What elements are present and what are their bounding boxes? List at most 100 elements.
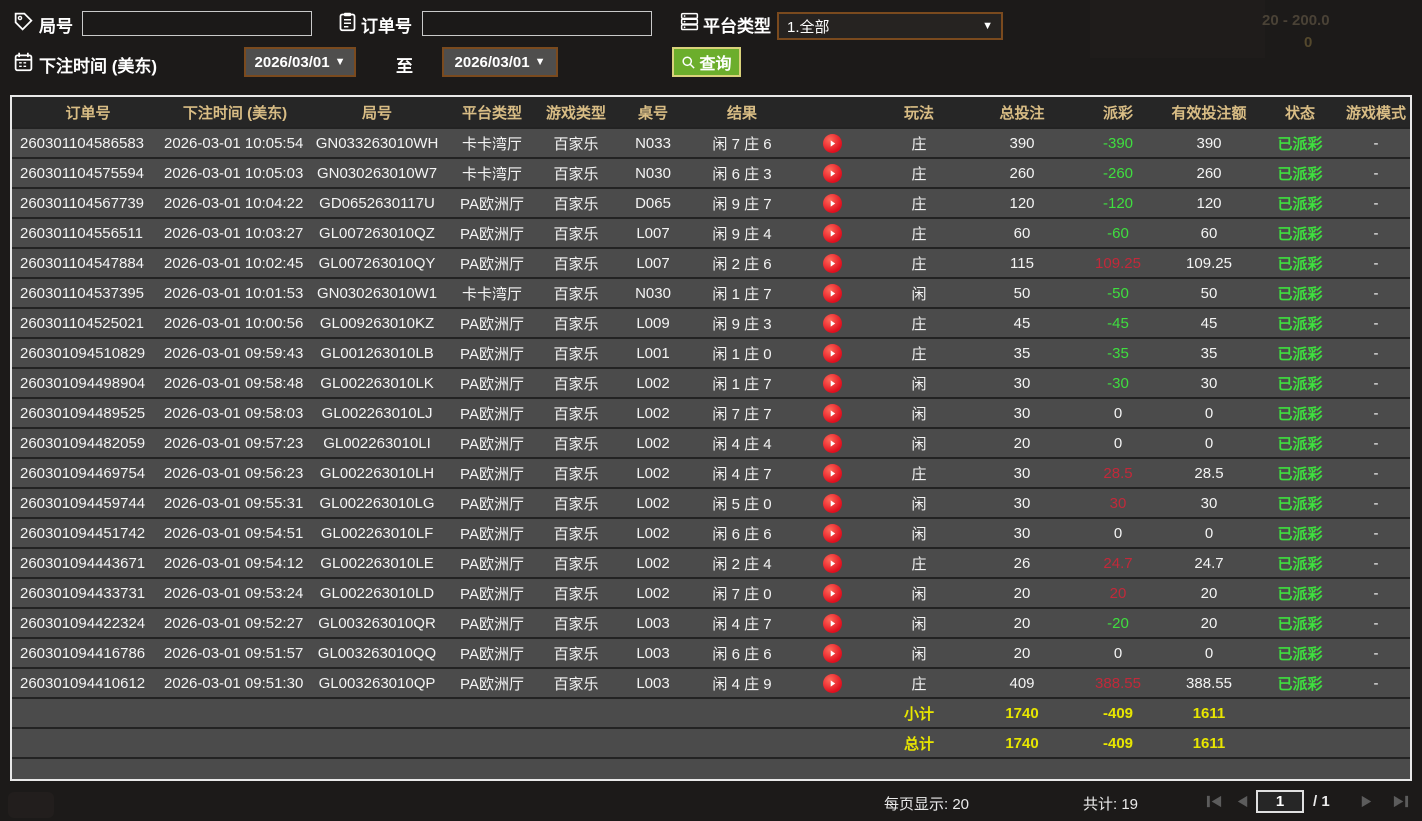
game-type-cell: 百家乐 [536, 403, 616, 424]
play-video-icon[interactable] [823, 314, 842, 333]
status-badge: 已派彩 [1258, 133, 1342, 154]
play-video-icon[interactable] [823, 254, 842, 273]
play-video-icon[interactable] [823, 194, 842, 213]
game-no-cell: GL002263010LI [306, 435, 448, 452]
play-video-icon[interactable] [823, 164, 842, 183]
tag-icon [13, 11, 34, 32]
table-row: 260301094410612 2026-03-01 09:51:30 GL00… [12, 667, 1410, 697]
table-row: 260301104525021 2026-03-01 10:00:56 GL00… [12, 307, 1410, 337]
order-no-input[interactable] [422, 11, 652, 36]
video-cell [794, 644, 870, 663]
platform-cell: PA欧洲厅 [448, 223, 536, 244]
game-no-cell: GL002263010LE [306, 555, 448, 572]
status-badge: 已派彩 [1258, 613, 1342, 634]
next-page-icon[interactable] [1358, 794, 1375, 809]
table-no-cell: L002 [616, 555, 690, 572]
date-to-select[interactable]: 2026/03/01 ▼ [442, 47, 558, 77]
play-video-icon[interactable] [823, 674, 842, 693]
video-cell [794, 674, 870, 693]
total-bet-cell: 20 [968, 645, 1076, 662]
order-id-cell: 260301104537395 [12, 285, 164, 302]
date-from-select[interactable]: 2026/03/01 ▼ [244, 47, 356, 77]
game-no-cell: GL002263010LD [306, 585, 448, 602]
play-video-icon[interactable] [823, 614, 842, 633]
game-type-cell: 百家乐 [536, 163, 616, 184]
table-row: 260301094469754 2026-03-01 09:56:23 GL00… [12, 457, 1410, 487]
subtotal-label: 小计 [870, 703, 968, 724]
game-type-cell: 百家乐 [536, 283, 616, 304]
filter-bar: 局号 订单号 平台类型 1.全部 ▼ 下注时间 (美东) 2026/03/01 [0, 0, 1422, 92]
game-mode-cell: - [1342, 345, 1410, 362]
play-video-icon[interactable] [823, 464, 842, 483]
video-cell [794, 314, 870, 333]
game-no-cell: GL003263010QR [306, 615, 448, 632]
video-cell [794, 194, 870, 213]
payout-cell: 0 [1076, 645, 1160, 662]
valid-bet-cell: 390 [1160, 135, 1258, 152]
order-id-cell: 260301094489525 [12, 405, 164, 422]
status-badge: 已派彩 [1258, 643, 1342, 664]
game-no-cell: GD0652630117U [306, 195, 448, 212]
result-cell: 闲 4 庄 7 [690, 463, 794, 484]
video-cell [794, 284, 870, 303]
play-type-cell: 闲 [870, 373, 968, 394]
query-button[interactable]: 查询 [672, 47, 741, 77]
bet-time-cell: 2026-03-01 09:56:23 [164, 465, 306, 482]
play-type-cell: 闲 [870, 523, 968, 544]
play-video-icon[interactable] [823, 494, 842, 513]
result-cell: 闲 7 庄 0 [690, 583, 794, 604]
play-type-cell: 庄 [870, 343, 968, 364]
payout-cell: -390 [1076, 135, 1160, 152]
payout-cell: 24.7 [1076, 555, 1160, 572]
last-page-icon[interactable] [1392, 794, 1409, 809]
play-video-icon[interactable] [823, 644, 842, 663]
status-badge: 已派彩 [1258, 433, 1342, 454]
valid-bet-cell: 60 [1160, 225, 1258, 242]
game-mode-cell: - [1342, 285, 1410, 302]
table-row: 260301104567739 2026-03-01 10:04:22 GD06… [12, 187, 1410, 217]
play-video-icon[interactable] [823, 344, 842, 363]
video-cell [794, 584, 870, 603]
payout-cell: -260 [1076, 165, 1160, 182]
first-page-icon[interactable] [1206, 794, 1223, 809]
play-video-icon[interactable] [823, 524, 842, 543]
total-bet-cell: 35 [968, 345, 1076, 362]
valid-bet-cell: 20 [1160, 585, 1258, 602]
play-video-icon[interactable] [823, 584, 842, 603]
subtotal-row: 小计 1740 -409 1611 [12, 697, 1410, 727]
game-no-input[interactable] [82, 11, 312, 36]
platform-stack-icon [679, 11, 700, 32]
status-badge: 已派彩 [1258, 493, 1342, 514]
game-type-cell: 百家乐 [536, 523, 616, 544]
game-mode-cell: - [1342, 165, 1410, 182]
col-table-no: 桌号 [616, 102, 690, 123]
col-play-type: 玩法 [870, 102, 968, 123]
play-video-icon[interactable] [823, 134, 842, 153]
page-input[interactable] [1256, 790, 1304, 813]
play-video-icon[interactable] [823, 434, 842, 453]
total-bet-cell: 20 [968, 435, 1076, 452]
bet-time-cell: 2026-03-01 09:51:57 [164, 645, 306, 662]
order-id-cell: 260301104586583 [12, 135, 164, 152]
play-video-icon[interactable] [823, 374, 842, 393]
table-row: 260301094451742 2026-03-01 09:54:51 GL00… [12, 517, 1410, 547]
game-type-cell: 百家乐 [536, 193, 616, 214]
play-video-icon[interactable] [823, 284, 842, 303]
valid-bet-cell: 109.25 [1160, 255, 1258, 272]
play-video-icon[interactable] [823, 224, 842, 243]
total-bet-cell: 30 [968, 405, 1076, 422]
bet-time-cell: 2026-03-01 09:59:43 [164, 345, 306, 362]
order-id-cell: 260301094416786 [12, 645, 164, 662]
play-video-icon[interactable] [823, 404, 842, 423]
total-label: 总计 [870, 733, 968, 754]
platform-type-select[interactable]: 1.全部 ▼ [777, 12, 1003, 40]
video-cell [794, 254, 870, 273]
game-no-cell: GN030263010W1 [306, 285, 448, 302]
order-no-label: 订单号 [361, 12, 412, 37]
play-video-icon[interactable] [823, 554, 842, 573]
status-badge: 已派彩 [1258, 583, 1342, 604]
play-type-cell: 庄 [870, 193, 968, 214]
game-mode-cell: - [1342, 645, 1410, 662]
game-type-cell: 百家乐 [536, 583, 616, 604]
prev-page-icon[interactable] [1234, 794, 1251, 809]
